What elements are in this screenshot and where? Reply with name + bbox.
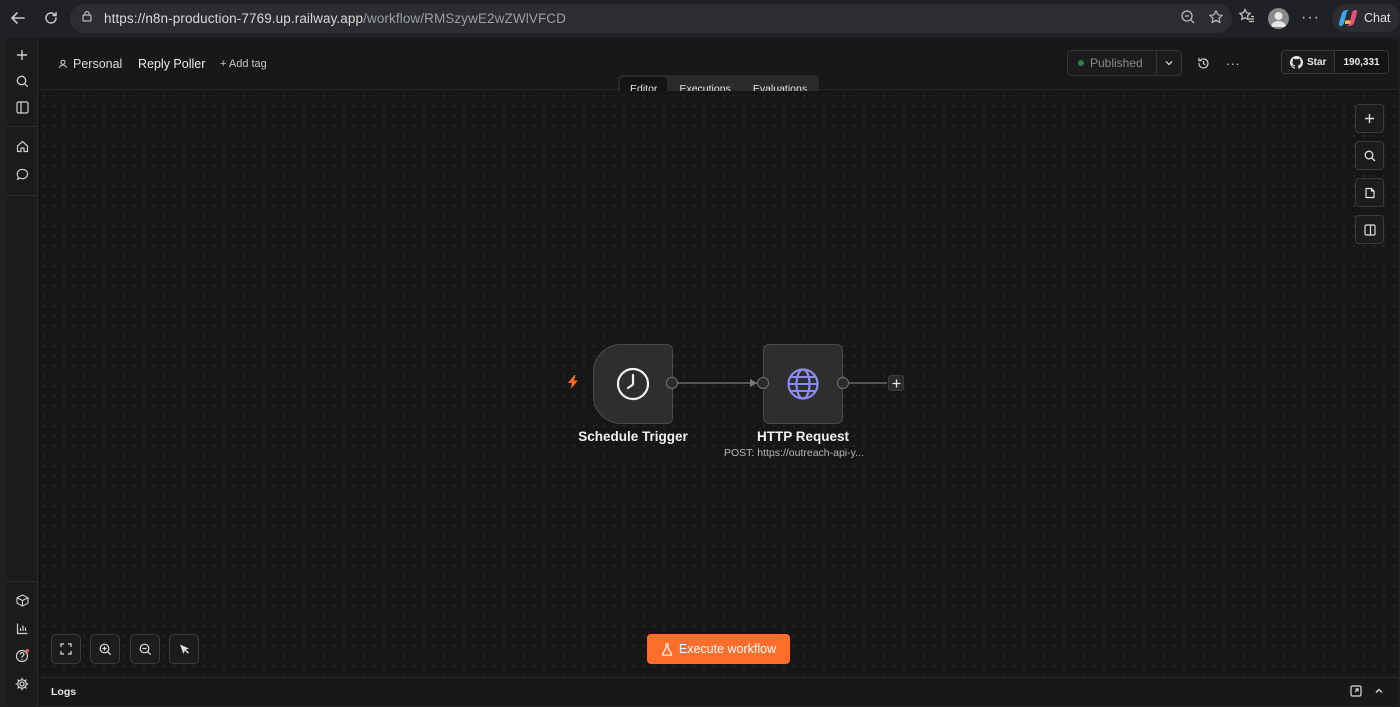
main-sidebar [6, 38, 38, 705]
templates-icon[interactable] [12, 590, 32, 610]
execute-label: Execute workflow [678, 642, 777, 656]
workflow-name[interactable]: Reply Poller [138, 57, 205, 71]
chat-icon[interactable] [12, 164, 32, 184]
chat-label: Chat [1363, 11, 1391, 25]
profile-avatar[interactable] [1268, 7, 1289, 29]
github-star-label: Star [1307, 56, 1327, 68]
copilot-icon [1338, 10, 1357, 26]
url-path: /workflow/RMSzywE2wZWlVFCD [363, 11, 566, 26]
add-icon[interactable] [12, 45, 32, 65]
n8n-app: Personal Reply Poller + Add tag Publishe… [6, 38, 1398, 705]
chevron-up-icon[interactable] [1372, 684, 1386, 698]
published-button[interactable]: Published [1068, 51, 1156, 75]
github-icon [1290, 55, 1303, 69]
output-handle[interactable] [666, 377, 678, 389]
zoom-out-button[interactable] [130, 634, 160, 664]
sidebar-divider [6, 126, 38, 127]
publish-dropdown-chevron-icon[interactable] [1156, 51, 1181, 75]
favorites-icon[interactable] [1238, 7, 1256, 30]
browser-toolbar: https://n8n-production-7769.up.railway.a… [0, 0, 1400, 37]
home-icon[interactable] [12, 136, 32, 156]
settings-gear-icon[interactable] [12, 674, 32, 694]
publish-control: Published [1067, 50, 1182, 76]
sidebar-divider [6, 195, 38, 196]
more-icon[interactable]: ··· [1301, 9, 1320, 27]
more-options-icon[interactable]: ··· [1223, 53, 1243, 73]
toggle-sidebar-icon[interactable] [12, 97, 32, 117]
zoom-icon[interactable] [1180, 9, 1196, 30]
node-title: Schedule Trigger [578, 429, 688, 444]
sidebar-divider [6, 581, 38, 582]
toggle-panel-button[interactable] [1355, 215, 1384, 244]
zoom-in-button[interactable] [90, 634, 120, 664]
canvas-right-toolbar [1355, 104, 1384, 244]
zoom-in-icon [99, 643, 111, 655]
node-subtitle: POST: https://outreach-api-y... [724, 447, 864, 459]
insights-icon[interactable] [12, 618, 32, 638]
search-icon [1364, 150, 1375, 161]
back-icon[interactable] [4, 4, 32, 32]
sticky-note-icon [1364, 187, 1375, 198]
input-handle[interactable] [757, 377, 769, 389]
add-node-button[interactable] [1355, 104, 1384, 133]
output-handle[interactable] [837, 377, 849, 389]
node-schedule-trigger[interactable] [593, 344, 673, 424]
address-bar[interactable]: https://n8n-production-7769.up.railway.a… [70, 4, 1232, 33]
project-label: Personal [73, 57, 123, 71]
plus-icon [892, 379, 900, 387]
github-star-button[interactable]: Star 190,331 [1281, 50, 1389, 74]
flask-icon [661, 642, 673, 656]
globe-icon [787, 368, 819, 400]
workflow-canvas[interactable] [39, 91, 1398, 676]
url-text: https://n8n-production-7769.up.railway.a… [104, 11, 566, 26]
add-tag-button[interactable]: + Add tag [220, 58, 267, 70]
fit-view-button[interactable] [51, 634, 81, 664]
node-title: HTTP Request [756, 429, 849, 444]
github-star-count: 190,331 [1334, 51, 1388, 73]
published-label: Published [1090, 56, 1143, 70]
breadcrumb-project[interactable]: Personal [58, 57, 122, 71]
user-icon [59, 59, 67, 69]
zoom-out-icon [139, 643, 151, 655]
sticky-note-button[interactable] [1355, 178, 1384, 207]
trigger-bolt-icon [568, 375, 578, 389]
search-icon[interactable] [12, 71, 32, 91]
clock-icon [616, 367, 650, 401]
bookmark-star-icon[interactable] [1208, 9, 1224, 30]
reload-icon[interactable] [37, 4, 65, 32]
github-star-left: Star [1282, 51, 1335, 73]
fit-view-icon [60, 643, 72, 655]
add-next-node-button[interactable] [888, 375, 904, 391]
copilot-chat-button[interactable]: Chat [1331, 4, 1400, 32]
panel-icon [1363, 223, 1376, 236]
node-http-request[interactable] [763, 344, 843, 424]
published-status-dot [1078, 60, 1084, 66]
cursor-icon [179, 644, 189, 654]
site-info-icon[interactable] [80, 9, 94, 28]
help-icon[interactable] [12, 646, 32, 666]
search-nodes-button[interactable] [1355, 141, 1384, 170]
select-mode-button[interactable] [169, 634, 199, 664]
logs-label: Logs [51, 686, 77, 698]
plus-icon [1365, 114, 1374, 123]
history-icon[interactable] [1193, 53, 1213, 73]
execute-workflow-button[interactable]: Execute workflow [647, 634, 790, 664]
logs-panel-bar[interactable]: Logs [39, 677, 1398, 705]
url-host: https://n8n-production-7769.up.railway.a… [104, 11, 364, 26]
pop-out-icon[interactable] [1349, 684, 1363, 698]
